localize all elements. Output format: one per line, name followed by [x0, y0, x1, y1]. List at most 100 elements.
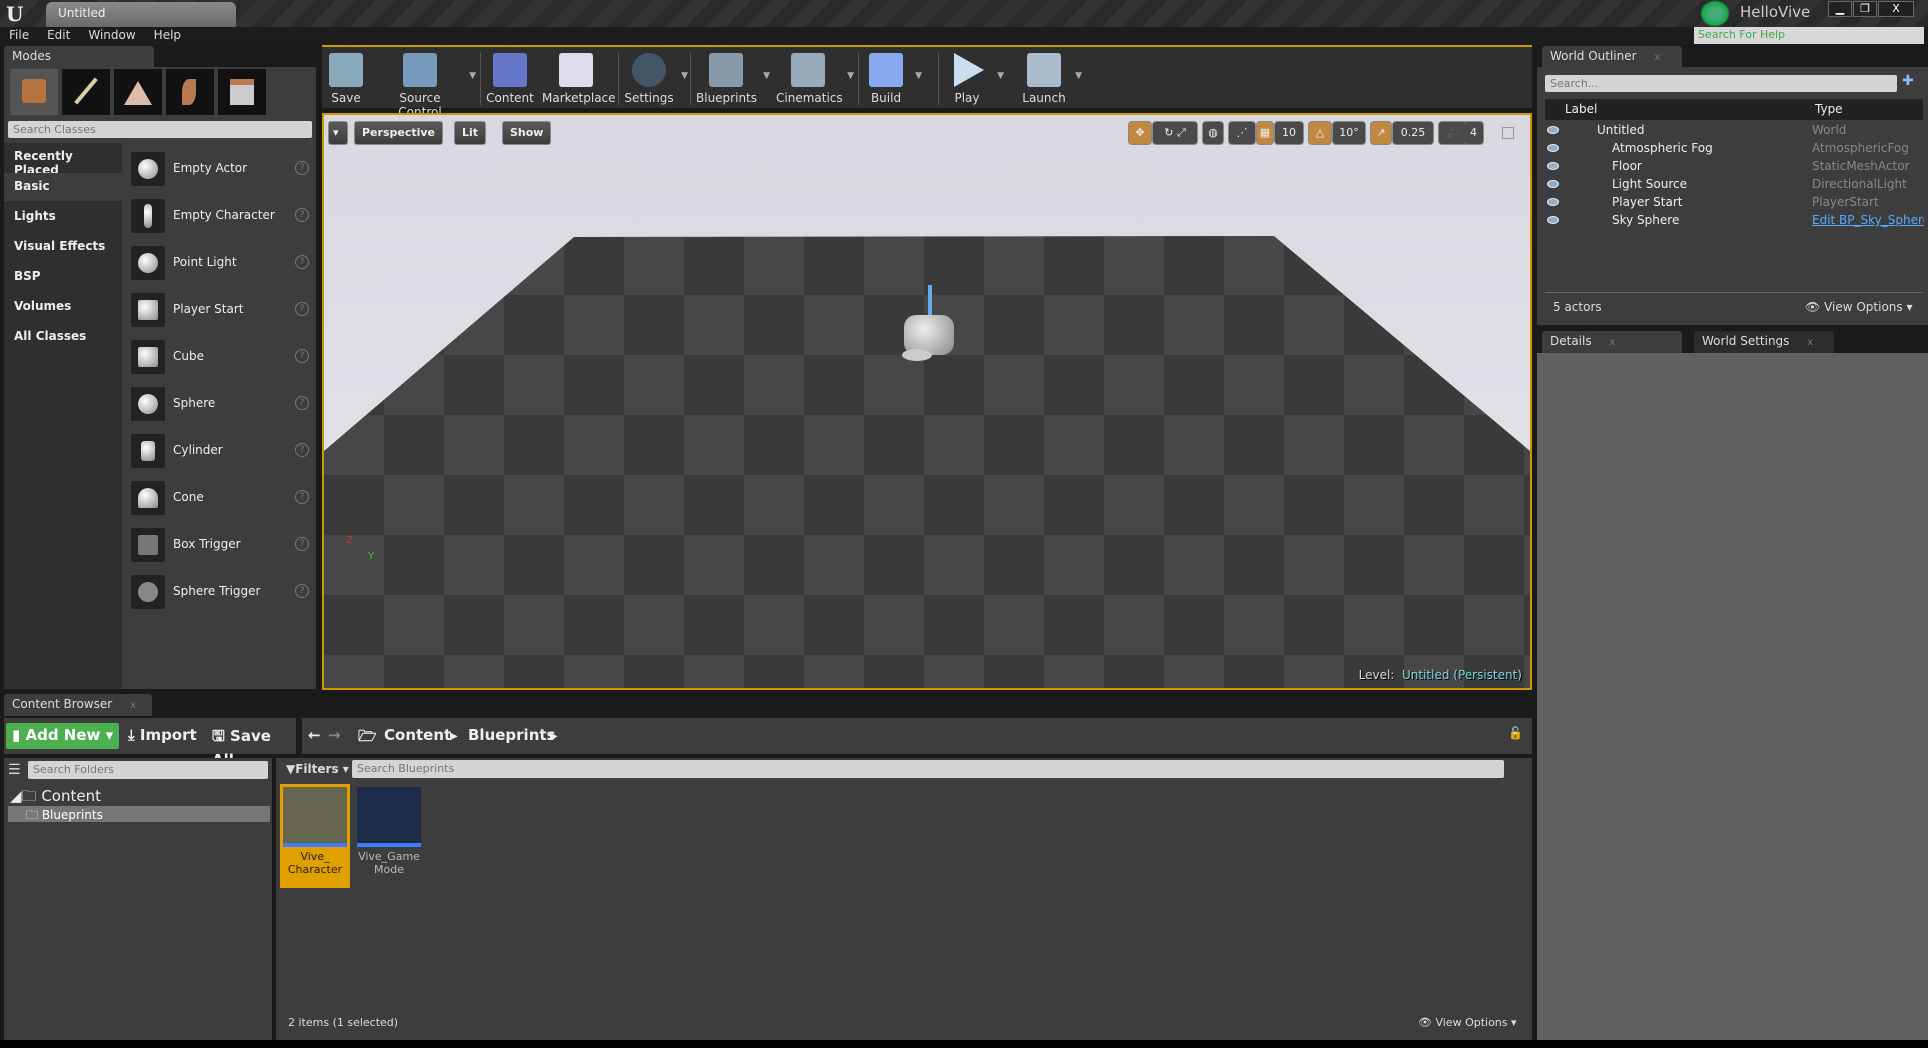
outliner-row[interactable]: Light Source DirectionalLight	[1537, 176, 1928, 194]
visibility-eye-icon[interactable]	[1547, 180, 1559, 188]
tab-world-outliner[interactable]: World Outliner x	[1542, 46, 1682, 68]
visibility-eye-icon[interactable]	[1547, 162, 1559, 170]
tab-world-settings[interactable]: World Settings x	[1694, 331, 1834, 353]
dropdown-arrow-icon[interactable]: ▼	[847, 71, 854, 81]
category-volumes[interactable]: Volumes	[4, 293, 122, 321]
source-control-button[interactable]: Source Control ▼	[378, 51, 476, 119]
close-tab-icon[interactable]: x	[130, 700, 136, 711]
document-tab[interactable]: Untitled	[46, 2, 236, 27]
launch-button[interactable]: Launch ▼	[1020, 51, 1082, 107]
close-tab-icon[interactable]: x	[1654, 52, 1660, 63]
edit-blueprint-link[interactable]: Edit BP_Sky_Sphere	[1812, 213, 1924, 227]
outliner-row[interactable]: Atmospheric Fog AtmosphericFog	[1537, 140, 1928, 158]
visibility-eye-icon[interactable]	[1547, 144, 1559, 152]
help-icon[interactable]: ?	[295, 396, 309, 410]
placeable-sphere-trigger[interactable]: Sphere Trigger?	[129, 572, 317, 614]
content-button[interactable]: Content	[486, 51, 534, 107]
geometry-mode-icon[interactable]	[218, 69, 266, 115]
breadcrumb-separator-icon[interactable]: ▶	[444, 728, 464, 754]
cinematics-button[interactable]: Cinematics ▼	[776, 51, 854, 107]
dropdown-arrow-icon[interactable]: ▼	[1075, 71, 1082, 81]
visibility-eye-icon[interactable]	[1547, 126, 1559, 134]
build-button[interactable]: Build ▼	[864, 51, 922, 107]
lit-button[interactable]: Lit	[454, 121, 487, 145]
placeable-cone[interactable]: Cone?	[129, 478, 317, 520]
tab-content-browser[interactable]: Content Browser x	[4, 694, 152, 716]
lock-icon[interactable]: 🔓	[1502, 723, 1529, 749]
add-filter-icon[interactable]: ✚	[1902, 73, 1914, 89]
outliner-row[interactable]: Player Start PlayerStart	[1537, 194, 1928, 212]
world-local-icon[interactable]: ◍	[1202, 121, 1224, 145]
help-icon[interactable]: ?	[295, 302, 309, 316]
level-viewport[interactable]: ▾ Perspective Lit Show ✥ ↻ ⤢ ◍ ⋰ ▦ 10 △ …	[322, 113, 1532, 690]
help-icon[interactable]: ?	[295, 490, 309, 504]
close-tab-icon[interactable]: x	[1807, 337, 1813, 348]
outliner-row[interactable]: Untitled World	[1537, 122, 1928, 140]
asset-vive-character[interactable]: Vive_ Character	[280, 784, 350, 888]
help-icon[interactable]: ?	[295, 255, 309, 269]
placeable-player-start[interactable]: Player Start?	[129, 290, 317, 332]
help-icon[interactable]: ?	[295, 537, 309, 551]
save-all-button[interactable]: 🖫 Save All	[206, 723, 296, 769]
cb-view-options-button[interactable]: 👁 View Options ▾	[1418, 1016, 1517, 1029]
asset-vive-game-mode[interactable]: Vive_Game Mode	[354, 784, 424, 888]
maximize-viewport-icon[interactable]	[1502, 127, 1514, 139]
vr-status-icon[interactable]	[1700, 0, 1730, 27]
scale-snap-icon[interactable]: ↗	[1370, 121, 1392, 145]
category-all-classes[interactable]: All Classes	[4, 323, 122, 351]
help-icon[interactable]: ?	[295, 584, 309, 598]
dropdown-arrow-icon[interactable]: ▼	[915, 71, 922, 81]
menu-window[interactable]: Window	[79, 27, 144, 43]
help-icon[interactable]: ?	[295, 349, 309, 363]
minimize-button[interactable]: ▁	[1828, 1, 1852, 17]
category-basic[interactable]: Basic	[4, 173, 122, 201]
help-icon[interactable]: ?	[295, 161, 309, 175]
restore-button[interactable]: ❐	[1853, 1, 1877, 17]
toggle-sources-icon[interactable]: ☰	[8, 762, 21, 778]
dropdown-arrow-icon[interactable]: ▼	[681, 71, 688, 81]
outliner-search-input[interactable]: Search...	[1545, 75, 1897, 92]
tree-item-blueprints[interactable]: 🗀 Blueprints	[8, 806, 270, 822]
scale-snap-value[interactable]: 0.25	[1392, 121, 1434, 145]
blueprints-button[interactable]: Blueprints ▼	[696, 51, 770, 107]
foliage-mode-icon[interactable]	[166, 69, 214, 115]
tab-details[interactable]: Details x	[1542, 331, 1682, 353]
dropdown-arrow-icon[interactable]: ▼	[763, 71, 770, 81]
search-blueprints-input[interactable]: Search Blueprints	[352, 760, 1504, 778]
placeable-cube[interactable]: Cube?	[129, 337, 317, 379]
placeable-empty-actor[interactable]: Empty Actor?	[129, 149, 317, 191]
rotation-snap-value[interactable]: 10°	[1332, 121, 1366, 145]
search-folders-input[interactable]: Search Folders	[28, 761, 268, 779]
translate-tool-icon[interactable]: ✥	[1128, 121, 1152, 145]
dropdown-arrow-icon[interactable]: ▼	[997, 71, 1004, 81]
search-classes-input[interactable]: Search Classes	[8, 121, 312, 138]
placeable-cylinder[interactable]: Cylinder?	[129, 431, 317, 473]
grid-snap-icon[interactable]: ▦	[1256, 121, 1274, 145]
placeable-empty-character[interactable]: Empty Character?	[129, 196, 317, 238]
help-icon[interactable]: ?	[295, 443, 309, 457]
view-options-button[interactable]: 👁 View Options ▾	[1805, 300, 1913, 314]
level-name[interactable]: Untitled (Persistent)	[1402, 668, 1522, 682]
grid-snap-value[interactable]: 10	[1274, 121, 1304, 145]
player-start-actor[interactable]	[894, 285, 974, 375]
breadcrumb-separator-icon[interactable]: ▶	[544, 728, 564, 754]
placeable-point-light[interactable]: Point Light?	[129, 243, 317, 285]
dropdown-arrow-icon[interactable]: ▼	[469, 71, 476, 81]
perspective-button[interactable]: Perspective	[354, 121, 444, 145]
visibility-eye-icon[interactable]	[1547, 216, 1559, 224]
column-label[interactable]: Label	[1565, 102, 1597, 116]
camera-speed-value[interactable]: 4	[1464, 121, 1484, 145]
menu-help[interactable]: Help	[145, 27, 190, 43]
close-tab-icon[interactable]: x	[1609, 337, 1615, 348]
column-type[interactable]: Type	[1815, 102, 1843, 116]
surface-snap-icon[interactable]: ⋰	[1228, 121, 1256, 145]
add-new-button[interactable]: ▮ Add New ▾	[6, 723, 120, 749]
placeable-box-trigger[interactable]: Box Trigger?	[129, 525, 317, 567]
category-bsp[interactable]: BSP	[4, 263, 122, 291]
rotate-scale-tool-icon[interactable]: ↻ ⤢	[1152, 121, 1198, 145]
close-button[interactable]: X	[1878, 1, 1914, 17]
menu-edit[interactable]: Edit	[38, 27, 79, 43]
category-visual-effects[interactable]: Visual Effects	[4, 233, 122, 261]
outliner-row[interactable]: Floor StaticMeshActor	[1537, 158, 1928, 176]
import-button[interactable]: ⤓ Import	[122, 723, 203, 749]
